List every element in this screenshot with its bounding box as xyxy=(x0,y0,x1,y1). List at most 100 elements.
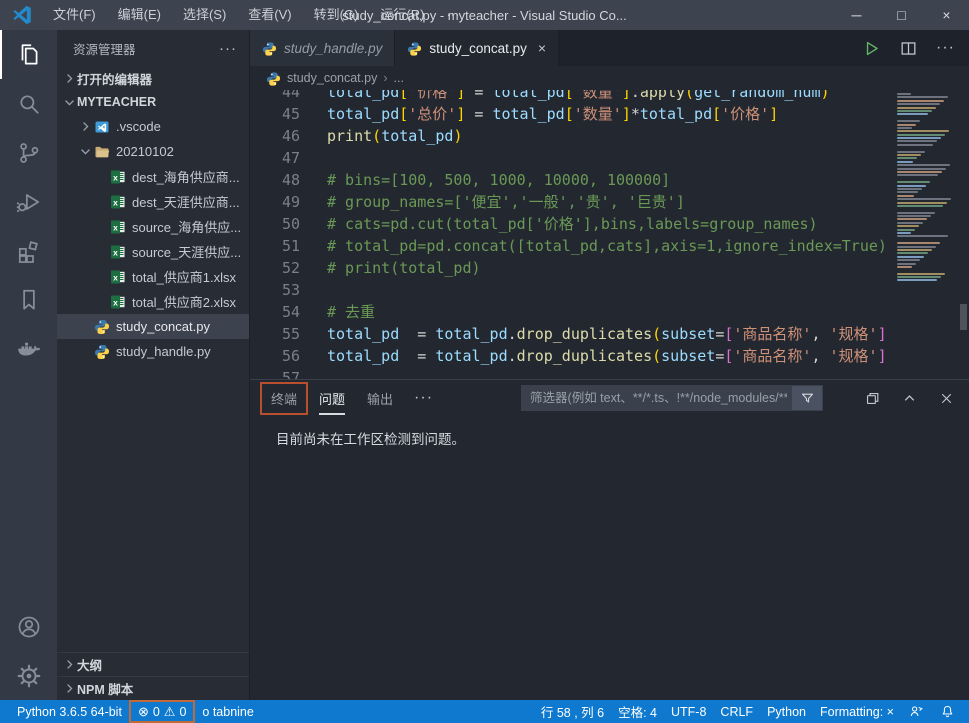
status-item-2[interactable]: UTF-8 xyxy=(664,700,713,723)
tree-section--[interactable]: 打开的编辑器 xyxy=(57,66,249,90)
feedback-icon[interactable] xyxy=(901,700,932,723)
problems-status[interactable]: ⊗ 0 ⚠ 0 xyxy=(129,700,195,723)
code-line-52[interactable]: 52# print(total_pd) xyxy=(250,257,889,279)
tab-study_handle.py[interactable]: study_handle.py xyxy=(250,30,395,66)
breadcrumb-file[interactable]: study_concat.py xyxy=(287,71,377,85)
code-line-49[interactable]: 49# group_names=['便宜','一般','贵', '巨贵'] xyxy=(250,191,889,213)
tree-item-total_-1.xlsx[interactable]: xtotal_供应商1.xlsx xyxy=(57,264,249,289)
menu-item-2[interactable]: 选择(S) xyxy=(172,0,237,30)
panel-tab-问题[interactable]: 问题 xyxy=(310,384,354,413)
python-interpreter-status[interactable]: Python 3.6.5 64-bit xyxy=(10,700,129,723)
copy-icon[interactable] xyxy=(864,390,881,407)
panel-tab-终端[interactable]: 终端 xyxy=(262,384,306,413)
code-line-47[interactable]: 47 xyxy=(250,147,889,169)
line-number[interactable]: 56 xyxy=(250,345,300,367)
close-button[interactable]: × xyxy=(924,0,969,30)
code-line-57[interactable]: 57 xyxy=(250,367,889,380)
tree-item-study_handle.py[interactable]: study_handle.py xyxy=(57,339,249,364)
status-item-5[interactable]: Formatting: × xyxy=(813,700,901,723)
activity-docker[interactable] xyxy=(0,324,57,373)
line-number[interactable]: 44 xyxy=(250,90,300,103)
line-number[interactable]: 49 xyxy=(250,191,300,213)
status-item-1[interactable]: 空格: 4 xyxy=(611,700,664,723)
activity-bookmarks[interactable] xyxy=(0,275,57,324)
tree-item-total_-2.xlsx[interactable]: xtotal_供应商2.xlsx xyxy=(57,289,249,314)
tabnine-status[interactable]: o tabnine xyxy=(195,700,260,723)
code-line-48[interactable]: 48# bins=[100, 500, 1000, 10000, 100000] xyxy=(250,169,889,191)
close-tab-icon[interactable]: × xyxy=(538,40,546,56)
line-number[interactable]: 50 xyxy=(250,213,300,235)
line-number[interactable]: 46 xyxy=(250,125,300,147)
activity-source-control[interactable] xyxy=(0,128,57,177)
tree-item-label: study_handle.py xyxy=(116,344,211,359)
code-line-55[interactable]: 55total_pd = total_pd.drop_duplicates(su… xyxy=(250,323,889,345)
bell-icon[interactable] xyxy=(932,700,959,723)
breadcrumb-rest[interactable]: ... xyxy=(394,71,404,85)
tree-item-source_-...[interactable]: xsource_海角供应... xyxy=(57,214,249,239)
file-tree: 打开的编辑器MYTEACHER .vscode 20210102xdest_海角供应… xyxy=(57,66,249,652)
editor-more-actions[interactable]: ··· xyxy=(936,39,955,57)
filter-icon[interactable] xyxy=(792,386,822,410)
run-python-file-button[interactable] xyxy=(862,39,881,58)
line-number[interactable]: 51 xyxy=(250,235,300,257)
line-number[interactable]: 47 xyxy=(250,147,300,169)
status-item-3[interactable]: CRLF xyxy=(713,700,760,723)
line-number[interactable]: 57 xyxy=(250,367,300,380)
tree-section-MYTEACHER[interactable]: MYTEACHER xyxy=(57,90,249,114)
activity-run-debug[interactable] xyxy=(0,177,57,226)
tree-section-NPM-[interactable]: NPM 脚本 xyxy=(57,676,249,700)
maximize-button[interactable]: □ xyxy=(879,0,924,30)
explorer-more-actions[interactable]: ··· xyxy=(219,40,237,57)
svg-text:x: x xyxy=(113,197,118,207)
tree-item-dest_-...[interactable]: xdest_海角供应商... xyxy=(57,164,249,189)
menu-item-3[interactable]: 查看(V) xyxy=(237,0,302,30)
status-item-4[interactable]: Python xyxy=(760,700,813,723)
editor-scrollbar[interactable] xyxy=(958,90,969,379)
svg-text:x: x xyxy=(113,297,118,307)
line-number[interactable]: 53 xyxy=(250,279,300,301)
code-line-46[interactable]: 46print(total_pd) xyxy=(250,125,889,147)
line-number[interactable]: 48 xyxy=(250,169,300,191)
line-number[interactable]: 52 xyxy=(250,257,300,279)
minimize-button[interactable]: ─ xyxy=(834,0,879,30)
panel-more-actions[interactable]: ··· xyxy=(414,389,433,407)
activity-account[interactable] xyxy=(0,602,57,651)
code-line-56[interactable]: 56total_pd = total_pd.drop_duplicates(su… xyxy=(250,345,889,367)
tree-item-dest_-...[interactable]: xdest_天涯供应商... xyxy=(57,189,249,214)
close-panel-icon[interactable] xyxy=(938,390,955,407)
minimap[interactable] xyxy=(897,90,955,283)
tree-section--[interactable]: 大纲 xyxy=(57,652,249,676)
chevron-up-icon[interactable] xyxy=(901,390,918,407)
code-line-54[interactable]: 54# 去重 xyxy=(250,301,889,323)
activity-extensions[interactable] xyxy=(0,226,57,275)
line-number[interactable]: 54 xyxy=(250,301,300,323)
search-icon xyxy=(16,91,42,117)
code-line-50[interactable]: 50# cats=pd.cut(total_pd['价格'],bins,labe… xyxy=(250,213,889,235)
python-file-icon xyxy=(262,41,277,56)
line-number[interactable]: 45 xyxy=(250,103,300,125)
line-number[interactable]: 55 xyxy=(250,323,300,345)
problems-filter-input[interactable] xyxy=(521,385,823,411)
activity-explorer[interactable] xyxy=(0,30,57,79)
tree-item-.vscode[interactable]: .vscode xyxy=(57,114,249,139)
tree-item-label: .vscode xyxy=(116,119,161,134)
activity-settings[interactable] xyxy=(0,651,57,700)
code-line-53[interactable]: 53 xyxy=(250,279,889,301)
code-line-51[interactable]: 51# total_pd=pd.concat([total_pd,cats],a… xyxy=(250,235,889,257)
code-line-44[interactable]: 44total_pd['价格'] = total_pd['数量'].apply(… xyxy=(250,90,889,103)
status-item-0[interactable]: 行 58 , 列 6 xyxy=(534,700,611,723)
menu-item-0[interactable]: 文件(F) xyxy=(42,0,107,30)
python-icon xyxy=(93,343,110,360)
tab-study_concat.py[interactable]: study_concat.py× xyxy=(395,30,559,66)
code-line-45[interactable]: 45total_pd['总价'] = total_pd['数量']*total_… xyxy=(250,103,889,125)
tree-item-study_concat.py[interactable]: study_concat.py xyxy=(57,314,249,339)
panel-tab-输出[interactable]: 输出 xyxy=(358,384,402,413)
scrollbar-thumb[interactable] xyxy=(960,304,967,330)
tree-item-source_-...[interactable]: xsource_天涯供应... xyxy=(57,239,249,264)
menu-item-1[interactable]: 编辑(E) xyxy=(107,0,172,30)
code-editor[interactable]: 44total_pd['价格'] = total_pd['数量'].apply(… xyxy=(250,90,969,380)
breadcrumb[interactable]: study_concat.py › ... xyxy=(250,66,969,90)
activity-search[interactable] xyxy=(0,79,57,128)
tree-item-20210102[interactable]: 20210102 xyxy=(57,139,249,164)
split-editor-icon[interactable] xyxy=(899,39,918,58)
